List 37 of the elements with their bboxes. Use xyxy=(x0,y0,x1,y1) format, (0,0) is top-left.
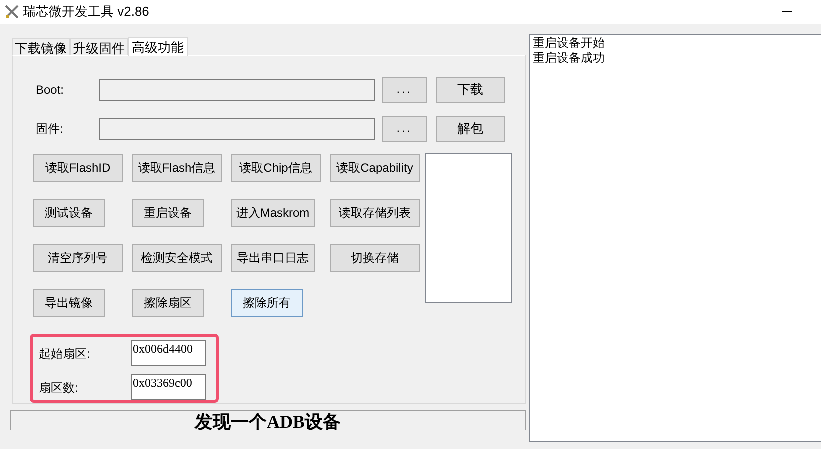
command-button[interactable]: 读取Chip信息 xyxy=(231,154,321,182)
path-field[interactable] xyxy=(99,79,375,101)
command-button[interactable]: 擦除所有 xyxy=(231,289,303,317)
list-box[interactable] xyxy=(425,153,512,303)
command-button[interactable]: 读取Flash信息 xyxy=(132,154,222,182)
path-field[interactable] xyxy=(99,118,375,140)
command-button[interactable]: 切换存储 xyxy=(330,244,420,272)
command-button[interactable]: 导出串口日志 xyxy=(231,244,315,272)
field-label: 起始扇区: xyxy=(39,346,92,363)
field-label: Boot: xyxy=(36,82,66,99)
command-button[interactable]: 擦除扇区 xyxy=(132,289,204,317)
command-button[interactable]: 清空序列号 xyxy=(33,244,123,272)
browse-button[interactable]: ... xyxy=(382,116,427,142)
command-button[interactable]: 读取Capability xyxy=(330,154,420,182)
field-label: 固件: xyxy=(36,121,64,138)
command-button[interactable]: 导出镜像 xyxy=(33,289,105,317)
action-button[interactable]: 下载 xyxy=(436,77,505,103)
command-button[interactable]: 检测安全模式 xyxy=(132,244,222,272)
command-button[interactable]: 进入Maskrom xyxy=(231,199,315,227)
log-line: 重启设备开始 xyxy=(533,36,606,51)
field-label: 扇区数: xyxy=(39,380,80,397)
status-bar: 发现一个ADB设备 xyxy=(10,410,526,430)
command-button[interactable]: 读取FlashID xyxy=(33,154,123,182)
window-title: 瑞芯微开发工具 v2.86 xyxy=(23,3,150,22)
tab[interactable]: 高级功能 xyxy=(128,37,188,56)
browse-button[interactable]: ... xyxy=(382,77,427,103)
action-button[interactable]: 解包 xyxy=(436,116,505,142)
hex-field[interactable]: 0x006d4400 xyxy=(131,340,206,366)
command-button[interactable]: 重启设备 xyxy=(132,199,204,227)
log-line: 重启设备成功 xyxy=(533,51,606,66)
tools-icon xyxy=(5,5,19,19)
command-button[interactable]: 读取存储列表 xyxy=(330,199,420,227)
hex-field[interactable]: 0x03369c00 xyxy=(131,374,206,400)
command-button[interactable]: 测试设备 xyxy=(33,199,105,227)
tab[interactable]: 下载镜像 xyxy=(12,38,70,55)
tab[interactable]: 升级固件 xyxy=(70,38,128,55)
minimize-icon[interactable] xyxy=(782,11,792,13)
